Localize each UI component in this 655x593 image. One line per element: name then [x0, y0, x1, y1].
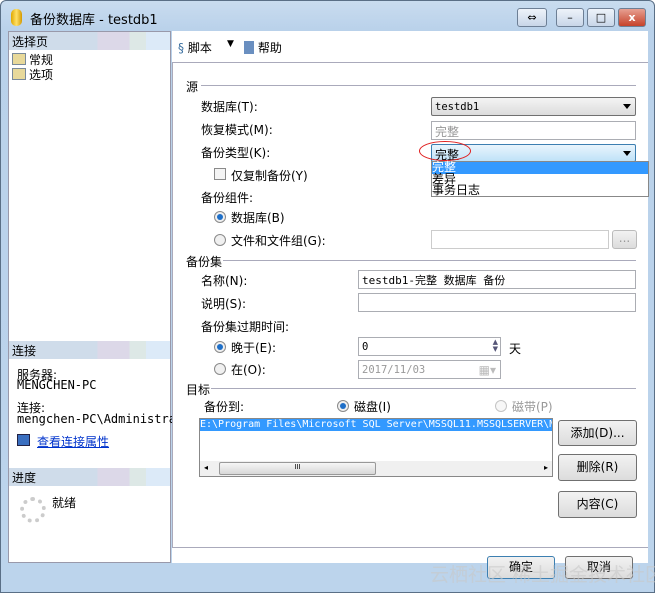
swap-button[interactable]: ⇔	[517, 8, 547, 27]
tape-radio	[495, 400, 507, 412]
horizontal-scrollbar[interactable]: ◂ III ▸	[200, 461, 552, 476]
component-database-radio[interactable]	[214, 211, 226, 223]
calendar-icon: ▦▾	[478, 363, 496, 377]
backup-set-section-header: 备份集	[186, 255, 223, 269]
backup-destination-list[interactable]: E:\Program Files\Microsoft SQL Server\MS…	[199, 418, 553, 477]
select-page-header: 选择页	[9, 32, 170, 50]
script-button[interactable]: § 脚本	[178, 39, 212, 56]
database-value: testdb1	[435, 101, 480, 113]
scrollbar-thumb[interactable]: III	[219, 462, 376, 475]
copy-only-checkbox[interactable]	[214, 168, 226, 180]
option-transaction-log[interactable]: 事务日志	[432, 184, 648, 197]
database-select[interactable]: testdb1	[431, 97, 636, 116]
expire-date-picker: 2017/11/03 ▦▾	[358, 360, 501, 379]
component-database-label: 数据库(B)	[231, 211, 285, 225]
connection-value: mengchen-PC\Administrator	[17, 412, 198, 426]
copy-only-label: 仅复制备份(Y)	[231, 169, 308, 183]
contents-button[interactable]: 内容(C)	[558, 491, 637, 518]
component-files-radio[interactable]	[214, 234, 226, 246]
remove-destination-button[interactable]: 删除(R)	[558, 454, 637, 481]
recovery-model-field: 完整	[431, 121, 636, 140]
progress-header: 进度	[9, 468, 170, 486]
minimize-button[interactable]: –	[556, 8, 584, 27]
progress-spinner-icon	[20, 497, 46, 523]
window-title: 备份数据库 - testdb1	[30, 13, 158, 28]
option-full[interactable]: 完整	[432, 161, 648, 174]
help-button[interactable]: 帮助	[244, 39, 282, 56]
disk-radio[interactable]	[337, 400, 349, 412]
progress-status: 就绪	[52, 496, 77, 510]
database-label: 数据库(T):	[201, 100, 258, 114]
component-files-label: 文件和文件组(G):	[231, 234, 326, 248]
script-icon: §	[178, 41, 184, 55]
help-label: 帮助	[257, 41, 282, 55]
page-label: 常规	[29, 53, 54, 67]
watermark: 云栖社区 稀土掘金技术社区	[430, 564, 655, 586]
files-field	[431, 230, 609, 249]
description-label: 说明(S):	[201, 297, 247, 311]
expire-on-radio[interactable]	[214, 363, 226, 375]
general-page-content: 源 数据库(T): testdb1 恢复模式(M): 完整 备份类型(K): 完…	[172, 63, 649, 548]
description-input[interactable]	[358, 293, 636, 312]
divider	[201, 85, 636, 86]
spinner-arrows-icon[interactable]: ▲ ▼	[493, 339, 498, 353]
expire-on-label: 在(O):	[231, 363, 266, 377]
expire-after-label: 晚于(E):	[231, 341, 276, 355]
page-icon	[12, 68, 26, 80]
toolbar: § 脚本 ▼ 帮助	[172, 31, 648, 63]
page-icon	[12, 53, 26, 65]
right-panel: § 脚本 ▼ 帮助 源 数据库(T): testdb1 恢复模式(M): 完整 …	[172, 31, 649, 563]
backup-component-label: 备份组件:	[201, 191, 254, 205]
database-icon	[11, 9, 22, 26]
recovery-model-label: 恢复模式(M):	[201, 123, 273, 137]
connection-header: 连接	[9, 341, 170, 359]
divider	[211, 388, 636, 389]
scroll-left-icon[interactable]: ◂	[204, 463, 208, 472]
tape-label: 磁带(P)	[512, 400, 553, 414]
divider	[223, 260, 636, 261]
page-label: 选项	[29, 68, 54, 82]
destination-path-item[interactable]: E:\Program Files\Microsoft SQL Server\MS…	[200, 419, 552, 431]
expiration-label: 备份集过期时间:	[201, 320, 290, 334]
help-icon	[244, 41, 254, 54]
days-label: 天	[509, 342, 522, 356]
add-destination-button[interactable]: 添加(D)...	[558, 420, 637, 446]
script-label: 脚本	[187, 41, 212, 55]
expire-date-value: 2017/11/03	[362, 364, 426, 376]
destination-section-header: 目标	[186, 383, 211, 397]
backup-type-dropdown-list: 完整 差异 事务日志	[431, 161, 649, 197]
script-dropdown-arrow[interactable]: ▼	[227, 39, 234, 49]
expire-after-radio[interactable]	[214, 341, 226, 353]
close-button[interactable]: x	[618, 8, 646, 27]
disk-label: 磁盘(I)	[354, 400, 391, 414]
chevron-down-icon	[623, 151, 631, 156]
maximize-button[interactable]: □	[587, 8, 615, 27]
name-value: testdb1-完整 数据库 备份	[362, 274, 506, 287]
view-connection-properties-link[interactable]: 查看连接属性	[37, 433, 109, 450]
server-value: MENGCHEN-PC	[17, 378, 97, 392]
highlight-ellipse	[419, 141, 471, 161]
name-label: 名称(N):	[201, 274, 248, 288]
backup-type-label: 备份类型(K):	[201, 146, 271, 160]
chevron-down-icon	[623, 104, 631, 109]
expire-days-value: 0	[362, 341, 369, 353]
source-section-header: 源	[186, 80, 199, 94]
connection-properties-icon	[17, 434, 30, 446]
left-panel: 选择页 常规 选项 连接 服务器: MENGCHEN-PC 连接: mengch…	[8, 31, 198, 563]
browse-button: ...	[612, 230, 637, 249]
backup-to-label: 备份到:	[204, 400, 245, 414]
expire-days-stepper[interactable]: 0 ▲ ▼	[358, 337, 501, 356]
name-input[interactable]: testdb1-完整 数据库 备份	[358, 270, 636, 289]
scroll-right-icon[interactable]: ▸	[544, 463, 548, 472]
page-options[interactable]: 选项	[12, 66, 53, 83]
